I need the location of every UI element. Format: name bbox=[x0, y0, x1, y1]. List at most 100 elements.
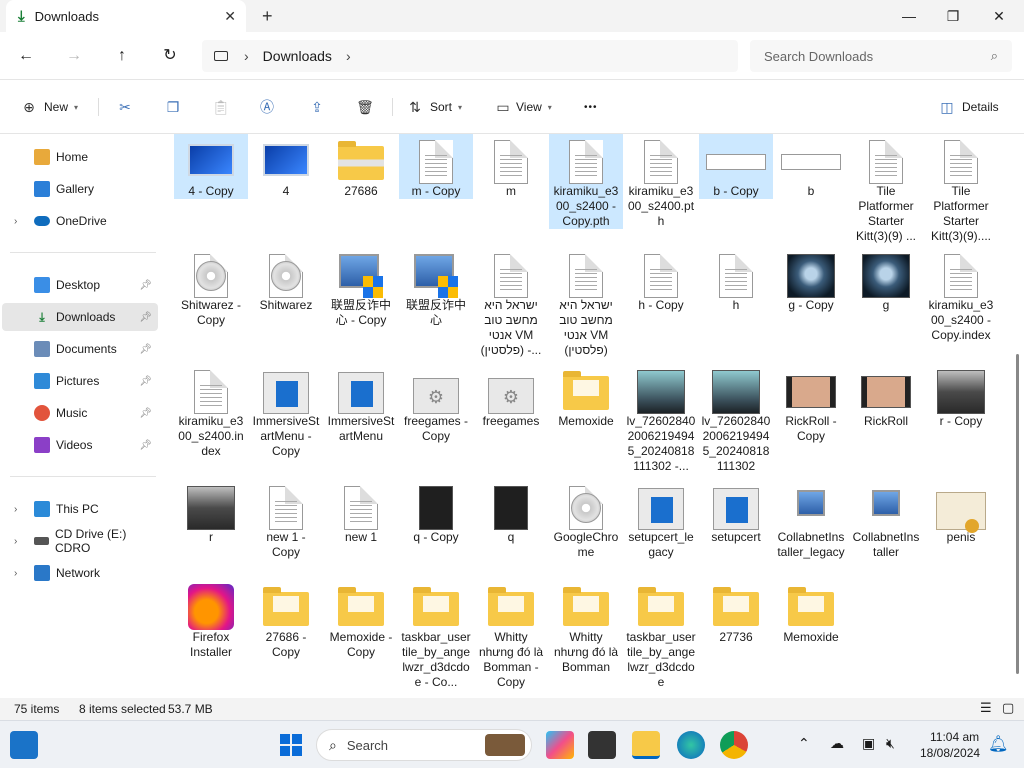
sort-button[interactable]: ⇅ Sort ▾ bbox=[406, 96, 462, 118]
file-item[interactable]: kiramiku_e300_s2400.index bbox=[174, 364, 248, 459]
close-tab-icon[interactable]: ✕ bbox=[224, 8, 236, 25]
paste-button[interactable]: 📋︎ bbox=[212, 96, 230, 118]
chevron-up-icon[interactable]: ⌃ bbox=[798, 735, 810, 752]
file-item[interactable]: taskbar_usertile_by_angelwzr_d3dcdoe bbox=[624, 580, 698, 690]
edge-icon[interactable] bbox=[677, 731, 705, 759]
file-item[interactable]: Whitty nhưng đó là Bomman - Copy bbox=[474, 580, 548, 690]
sidebar-item-thispc[interactable]: › This PC bbox=[2, 495, 158, 523]
file-item[interactable]: Shitwarez bbox=[249, 248, 323, 313]
clock-date[interactable]: 18/08/2024 bbox=[920, 746, 980, 760]
file-item[interactable]: setupcert_legacy bbox=[624, 480, 698, 560]
file-item[interactable]: GoogleChrome bbox=[549, 480, 623, 560]
file-item[interactable]: 联盟反诈中心 - Copy bbox=[324, 248, 398, 328]
terminal-icon[interactable] bbox=[588, 731, 616, 759]
file-item[interactable]: h - Copy bbox=[624, 248, 698, 313]
sidebar-item-home[interactable]: Home bbox=[2, 143, 158, 171]
taskbar-search[interactable]: ⌕ Search bbox=[316, 729, 532, 761]
copilot-icon[interactable] bbox=[546, 731, 574, 759]
file-item[interactable]: new 1 - Copy bbox=[249, 480, 323, 560]
file-item[interactable]: r - Copy bbox=[924, 364, 998, 429]
file-item[interactable]: g - Copy bbox=[774, 248, 848, 313]
chrome-icon[interactable] bbox=[720, 731, 748, 759]
forward-arrow-icon[interactable]: → bbox=[62, 44, 86, 68]
onedrive-off-icon[interactable]: ☁ bbox=[830, 735, 844, 752]
file-item[interactable]: b - Copy bbox=[699, 134, 773, 199]
sidebar-item-pictures[interactable]: Pictures 📌︎ bbox=[2, 367, 158, 395]
file-item[interactable]: penis bbox=[924, 480, 998, 545]
file-item[interactable]: ישראל היא מחשב טוב אנטי VM (פלסטין) -... bbox=[474, 248, 548, 358]
sidebar-item-network[interactable]: › Network bbox=[2, 559, 158, 587]
file-explorer-icon[interactable] bbox=[632, 731, 660, 759]
volume-mute-icon[interactable]: 🔇︎ bbox=[886, 735, 895, 752]
file-item[interactable]: kiramiku_e300_s2400.pth bbox=[624, 134, 698, 229]
file-item[interactable]: RickRoll bbox=[849, 364, 923, 429]
file-item[interactable]: 27686 - Copy bbox=[249, 580, 323, 660]
file-item[interactable]: Whitty nhưng đó là Bomman bbox=[549, 580, 623, 675]
details-view-icon[interactable]: ☰ bbox=[980, 700, 992, 716]
file-item[interactable]: r bbox=[174, 480, 248, 545]
vertical-scrollbar[interactable] bbox=[1012, 134, 1024, 698]
file-item[interactable]: Firefox Installer bbox=[174, 580, 248, 660]
clock-time[interactable]: 11:04 am bbox=[930, 730, 979, 744]
pin-icon[interactable]: 📌︎ bbox=[139, 312, 152, 323]
pin-icon[interactable]: 📌︎ bbox=[139, 376, 152, 387]
pin-icon[interactable]: 📌︎ bbox=[139, 280, 152, 291]
chevron-right-icon[interactable]: › bbox=[14, 536, 17, 547]
scrollbar-thumb[interactable] bbox=[1016, 354, 1019, 674]
file-item[interactable]: m bbox=[474, 134, 548, 199]
back-arrow-icon[interactable]: ← bbox=[14, 44, 38, 68]
file-item[interactable]: 27686 bbox=[324, 134, 398, 199]
pin-icon[interactable]: 📌︎ bbox=[139, 440, 152, 451]
file-item[interactable]: CollabnetInstaller_legacy bbox=[774, 480, 848, 560]
view-button[interactable]: ▭ View ▾ bbox=[494, 96, 551, 118]
file-item[interactable]: new 1 bbox=[324, 480, 398, 545]
network-icon[interactable]: ▣ bbox=[862, 735, 875, 752]
file-item[interactable]: Shitwarez - Copy bbox=[174, 248, 248, 328]
chevron-right-icon[interactable]: › bbox=[346, 48, 351, 64]
sidebar-item-videos[interactable]: Videos 📌︎ bbox=[2, 431, 158, 459]
file-item[interactable]: Memoxide bbox=[774, 580, 848, 645]
sidebar-item-gallery[interactable]: Gallery bbox=[2, 175, 158, 203]
file-item[interactable]: 4 bbox=[249, 134, 323, 199]
rename-button[interactable]: Ⓐ bbox=[258, 96, 276, 118]
tab-downloads[interactable]: ⤓ Downloads ✕ bbox=[6, 0, 246, 32]
file-item[interactable]: q bbox=[474, 480, 548, 545]
sidebar-item-desktop[interactable]: Desktop 📌︎ bbox=[2, 271, 158, 299]
chevron-right-icon[interactable]: › bbox=[244, 48, 249, 64]
file-item[interactable]: 4 - Copy bbox=[174, 134, 248, 199]
file-item[interactable]: m - Copy bbox=[399, 134, 473, 199]
cut-button[interactable]: ✂ bbox=[116, 96, 134, 118]
notification-bell-icon[interactable]: 🔔︎ bbox=[988, 734, 1008, 754]
chevron-right-icon[interactable]: › bbox=[14, 504, 17, 515]
file-item[interactable]: ⚙ freegames - Copy bbox=[399, 364, 473, 444]
file-item[interactable]: ישראל היא מחשב טוב אנטי VM (פלסטין) bbox=[549, 248, 623, 358]
file-item[interactable]: g bbox=[849, 248, 923, 313]
breadcrumb-downloads[interactable]: Downloads bbox=[263, 48, 332, 64]
file-item[interactable]: kiramiku_e300_s2400 - Copy.pth bbox=[549, 134, 623, 229]
file-item[interactable]: 27736 bbox=[699, 580, 773, 645]
file-item[interactable]: Tile Platformer Starter Kitt(3)(9).... bbox=[924, 134, 998, 244]
file-item[interactable]: q - Copy bbox=[399, 480, 473, 545]
new-button[interactable]: ⊕ New ▾ bbox=[20, 96, 78, 118]
file-item[interactable]: CollabnetInstaller bbox=[849, 480, 923, 560]
chevron-right-icon[interactable]: › bbox=[14, 568, 17, 579]
maximize-button[interactable]: ❐ bbox=[930, 4, 976, 28]
file-item[interactable]: 联盟反诈中心 bbox=[399, 248, 473, 328]
pin-icon[interactable]: 📌︎ bbox=[139, 408, 152, 419]
file-item[interactable]: kiramiku_e300_s2400 - Copy.index bbox=[924, 248, 998, 343]
details-button[interactable]: ◫ Details bbox=[938, 96, 998, 118]
sidebar-item-cddrive[interactable]: › CD Drive (E:) CDRO bbox=[2, 527, 158, 555]
new-tab-button[interactable]: + bbox=[262, 6, 273, 27]
search-input[interactable]: Search Downloads ⌕ bbox=[750, 40, 1012, 72]
pin-icon[interactable]: 📌︎ bbox=[139, 344, 152, 355]
file-item[interactable]: lv_7260284020062194945_20240818111302 -.… bbox=[624, 364, 698, 474]
start-button[interactable] bbox=[277, 731, 305, 759]
file-item[interactable]: ImmersiveStartMenu - Copy bbox=[249, 364, 323, 459]
file-item[interactable]: RickRoll - Copy bbox=[774, 364, 848, 444]
chevron-right-icon[interactable]: › bbox=[14, 216, 17, 227]
sidebar-item-music[interactable]: Music 📌︎ bbox=[2, 399, 158, 427]
sidebar-item-documents[interactable]: Documents 📌︎ bbox=[2, 335, 158, 363]
more-options-button[interactable]: ••• bbox=[584, 96, 598, 118]
file-item[interactable]: taskbar_usertile_by_angelwzr_d3dcdoe - C… bbox=[399, 580, 473, 690]
file-item[interactable]: ImmersiveStartMenu bbox=[324, 364, 398, 444]
